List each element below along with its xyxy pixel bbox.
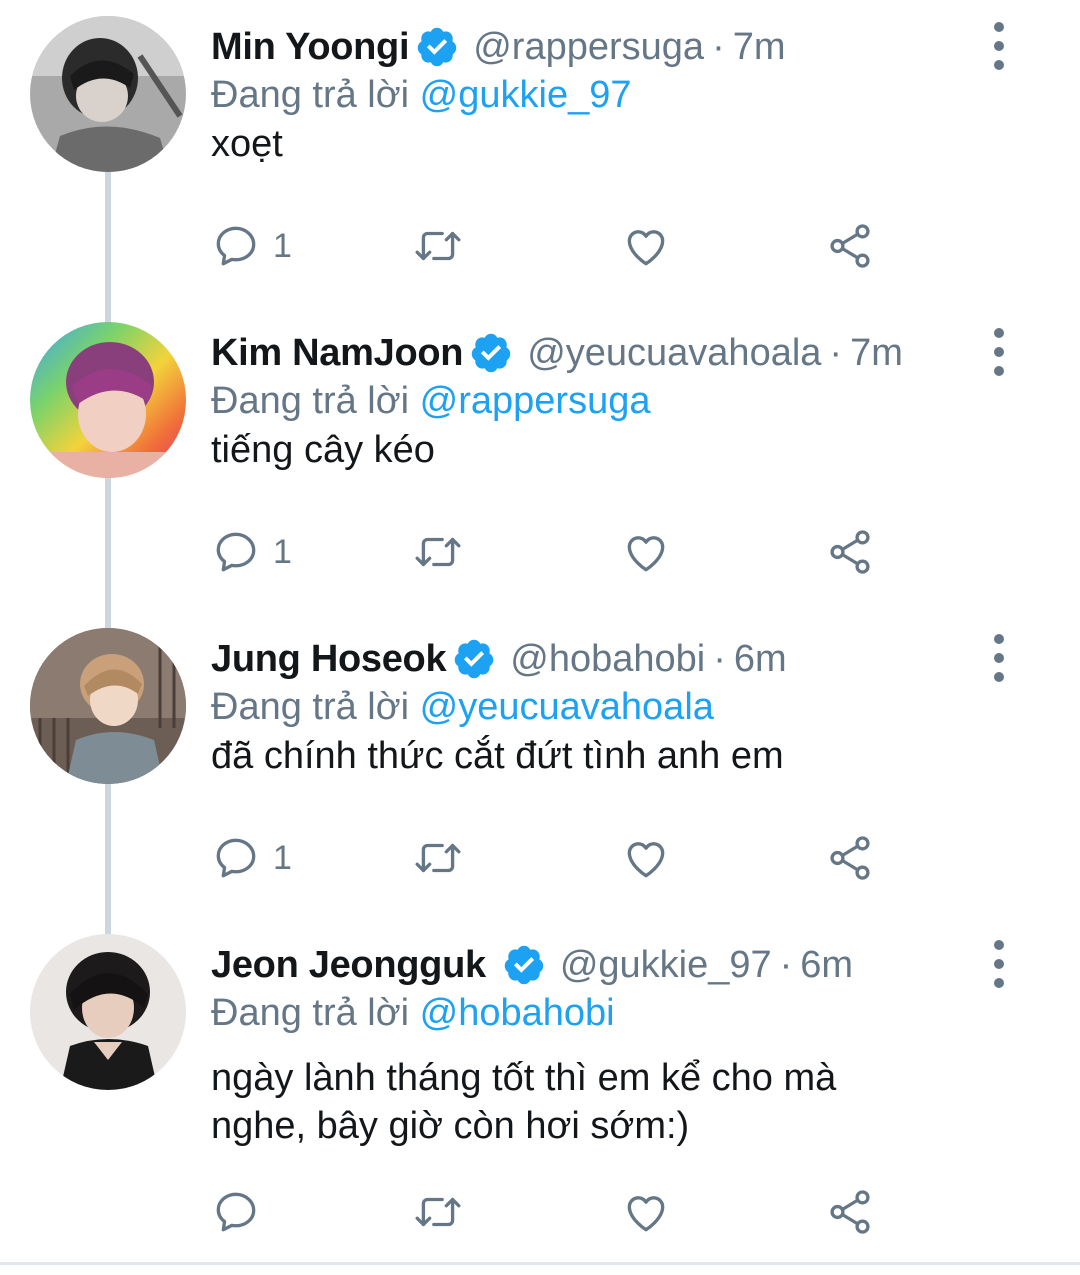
avatar[interactable] — [30, 934, 186, 1090]
like-icon — [627, 230, 665, 266]
divider — [0, 1262, 1080, 1265]
handle[interactable]: @hobahobi — [510, 638, 705, 681]
reply-button[interactable]: 1 — [211, 216, 292, 276]
tweet-text-line: ngày lành tháng tốt thì em kể cho mà — [211, 1057, 837, 1099]
share-button[interactable] — [825, 1182, 875, 1242]
more-vertical-icon[interactable] — [984, 940, 1014, 988]
display-name[interactable]: Kim NamJoon — [211, 332, 463, 375]
tweet[interactable]: Min Yoongi @rappersuga · 7m Đang trả lời… — [0, 0, 1080, 306]
tweet-text: xoẹt — [211, 123, 283, 165]
action-bar: 1 — [211, 828, 911, 888]
avatar-kim-namjoon — [30, 322, 186, 478]
mention-link[interactable]: @yeucuavahoala — [420, 686, 714, 728]
tweet-header: Kim NamJoon @yeucuavahoala · 7m — [211, 324, 903, 382]
retweet-icon — [415, 537, 461, 567]
timestamp[interactable]: 7m — [733, 26, 786, 69]
tweet-header: Jung Hoseok @hobahobi · 6m — [211, 630, 787, 688]
tweet-text: tiếng cây kéo — [211, 429, 435, 471]
verified-badge-icon — [504, 945, 544, 985]
more-vertical-icon[interactable] — [984, 22, 1014, 70]
reply-count: 1 — [273, 532, 292, 571]
separator-dot: · — [779, 943, 793, 986]
reply-button[interactable]: 1 — [211, 522, 292, 582]
more-vertical-icon[interactable] — [984, 634, 1014, 682]
avatar-min-yoongi — [30, 16, 186, 172]
replying-to: Đang trả lời @yeucuavahoala — [211, 686, 714, 729]
reply-button[interactable] — [211, 1182, 273, 1242]
tweet[interactable]: Jeon Jeongguk @gukkie_97 · 6m Đang trả l… — [0, 918, 1080, 1262]
display-name[interactable]: Min Yoongi — [211, 26, 410, 69]
avatar[interactable] — [30, 16, 186, 172]
separator-dot: · — [829, 331, 843, 374]
display-name[interactable]: Jeon Jeongguk — [211, 944, 486, 987]
reply-count: 1 — [273, 838, 292, 877]
retweet-icon — [415, 231, 461, 261]
tweet[interactable]: Jung Hoseok @hobahobi · 6m Đang trả lời … — [0, 612, 1080, 918]
replying-to: Đang trả lời @hobahobi — [211, 992, 615, 1035]
reply-icon — [216, 532, 256, 572]
share-icon — [830, 224, 870, 268]
replying-prefix: Đang trả lời — [211, 380, 410, 422]
like-icon — [627, 536, 665, 572]
verified-badge-icon — [417, 27, 457, 67]
timestamp[interactable]: 7m — [850, 332, 903, 375]
retweet-button[interactable] — [413, 522, 463, 582]
retweet-icon — [415, 1197, 461, 1227]
replying-prefix: Đang trả lời — [211, 74, 410, 116]
share-icon — [830, 836, 870, 880]
mention-link[interactable]: @hobahobi — [420, 992, 615, 1034]
handle[interactable]: @rappersuga — [473, 26, 704, 69]
tweet-text: đã chính thức cắt đứt tình anh em — [211, 735, 784, 777]
display-name[interactable]: Jung Hoseok — [211, 638, 447, 681]
reply-icon — [216, 838, 256, 878]
mention-link[interactable]: @rappersuga — [420, 380, 651, 422]
reply-count: 1 — [273, 226, 292, 265]
retweet-button[interactable] — [413, 1182, 463, 1242]
avatar-jeon-jeongguk — [30, 934, 186, 1090]
action-bar: 1 — [211, 216, 911, 276]
like-icon — [627, 842, 665, 878]
separator-dot: · — [713, 637, 726, 680]
like-button[interactable] — [621, 1182, 671, 1242]
handle[interactable]: @gukkie_97 — [560, 944, 772, 987]
share-button[interactable] — [825, 216, 875, 276]
tweet-header: Jeon Jeongguk @gukkie_97 · 6m — [211, 936, 853, 994]
reply-button[interactable]: 1 — [211, 828, 292, 888]
replying-prefix: Đang trả lời — [211, 686, 410, 728]
avatar-jung-hoseok — [30, 628, 186, 784]
tweet[interactable]: Kim NamJoon @yeucuavahoala · 7m Đang trả… — [0, 306, 1080, 612]
action-bar: 1 — [211, 522, 911, 582]
like-button[interactable] — [621, 216, 671, 276]
share-button[interactable] — [825, 522, 875, 582]
handle[interactable]: @yeucuavahoala — [527, 332, 821, 375]
more-vertical-icon[interactable] — [984, 328, 1014, 376]
retweet-icon — [415, 843, 461, 873]
action-bar — [211, 1182, 911, 1242]
tweet-text: ngày lành tháng tốt thì em kể cho mà ngh… — [211, 1054, 1031, 1150]
like-button[interactable] — [621, 522, 671, 582]
verified-badge-icon — [455, 639, 494, 679]
reply-icon — [216, 226, 256, 266]
like-button[interactable] — [621, 828, 671, 888]
like-icon — [627, 1196, 665, 1232]
verified-badge-icon — [471, 333, 511, 373]
share-icon — [830, 530, 870, 574]
retweet-button[interactable] — [413, 828, 463, 888]
separator-dot: · — [712, 25, 725, 68]
replying-prefix: Đang trả lời — [211, 992, 410, 1034]
timestamp[interactable]: 6m — [734, 638, 787, 681]
share-button[interactable] — [825, 828, 875, 888]
tweet-header: Min Yoongi @rappersuga · 7m — [211, 18, 786, 76]
share-icon — [830, 1190, 870, 1234]
reply-icon — [216, 1192, 256, 1232]
avatar[interactable] — [30, 322, 186, 478]
mention-link[interactable]: @gukkie_97 — [420, 74, 632, 116]
timestamp[interactable]: 6m — [800, 944, 853, 987]
avatar[interactable] — [30, 628, 186, 784]
replying-to: Đang trả lời @rappersuga — [211, 380, 651, 423]
tweet-text-line: nghe, bây giờ còn hơi sớm:) — [211, 1105, 690, 1147]
retweet-button[interactable] — [413, 216, 463, 276]
replying-to: Đang trả lời @gukkie_97 — [211, 74, 632, 117]
